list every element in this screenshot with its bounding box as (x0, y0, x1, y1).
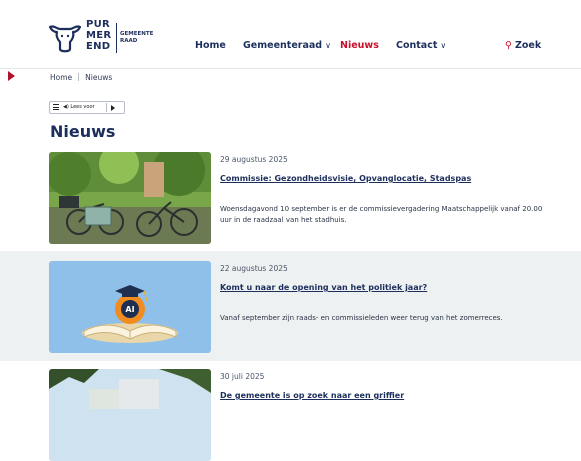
news-image-building[interactable] (49, 369, 211, 461)
news-title-link[interactable]: De gemeente is op zoek naar een griffier (220, 391, 404, 400)
news-date: 29 augustus 2025 (220, 155, 288, 164)
logo-subtitle: GEMEENTE RAAD (120, 31, 154, 44)
read-aloud-widget[interactable]: ◀) Lees voor (49, 101, 125, 114)
play-icon[interactable] (111, 105, 115, 111)
news-date: 30 juli 2025 (220, 372, 265, 381)
chevron-down-icon: ∨ (440, 41, 447, 50)
nav-nieuws[interactable]: Nieuws (340, 40, 379, 51)
news-title-link[interactable]: Commissie: Gezondheidsvisie, Opvanglocat… (220, 174, 471, 183)
bicycles-photo-icon (49, 152, 211, 244)
chevron-down-icon: ∨ (325, 41, 331, 50)
read-aloud-label[interactable]: ◀) Lees voor (63, 104, 95, 110)
ai-label: AI (125, 305, 134, 314)
bull-logo-icon (48, 25, 82, 53)
nav-contact[interactable]: Contact ∨ (396, 40, 446, 51)
header-divider (0, 68, 581, 69)
logo-divider (116, 23, 117, 53)
logo-wordmark: PUR MER END (86, 19, 112, 52)
news-image-bicycles[interactable] (49, 152, 211, 244)
breadcrumb-separator (78, 73, 80, 81)
search-icon: ⚲ (505, 40, 512, 51)
news-description: Vanaf september zijn raads- en commissie… (220, 314, 503, 322)
menu-icon[interactable] (53, 104, 59, 110)
reader-divider (106, 103, 107, 112)
news-title-link[interactable]: Komt u naar de opening van het politiek … (220, 283, 427, 292)
purmerend-logo[interactable]: PUR MER END GEMEENTE RAAD (48, 19, 170, 59)
breadcrumb: Home Nieuws (50, 73, 112, 82)
building-photo-icon (49, 369, 211, 461)
breadcrumb-home[interactable]: Home (50, 73, 72, 82)
search-button[interactable]: ⚲ Zoek (505, 40, 541, 51)
nav-home[interactable]: Home (195, 40, 226, 51)
site-header: PUR MER END GEMEENTE RAAD Home Gemeenter… (0, 0, 581, 68)
news-description: Woensdagavond 10 september is er de comm… (220, 205, 543, 224)
breadcrumb-current: Nieuws (85, 73, 113, 82)
news-date: 22 augustus 2025 (220, 264, 288, 273)
page-title: Nieuws (50, 122, 116, 141)
ai-book-illustration-icon: AI (49, 261, 211, 353)
side-tab-marker-icon[interactable] (8, 71, 15, 81)
nav-gemeenteraad[interactable]: Gemeenteraad ∨ (243, 40, 331, 51)
news-image-ai-book[interactable]: AI (49, 261, 211, 353)
